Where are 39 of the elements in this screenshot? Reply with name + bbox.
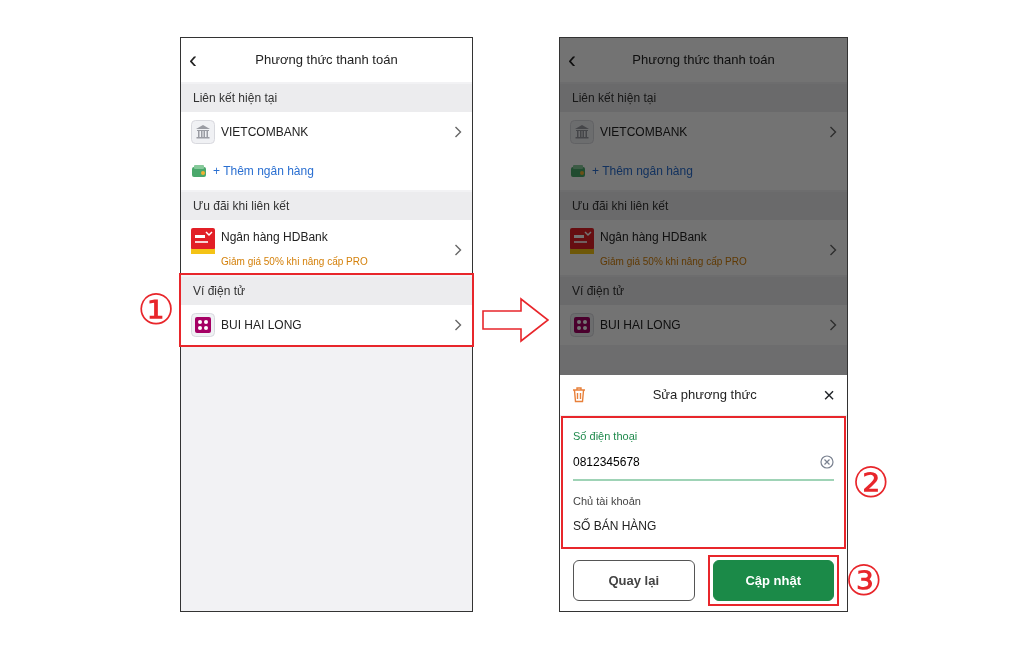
add-bank-link[interactable]: + Thêm ngân hàng bbox=[213, 162, 314, 180]
sheet-title: Sửa phương thức bbox=[651, 386, 758, 405]
trash-icon[interactable] bbox=[572, 387, 586, 403]
bank-icon bbox=[570, 120, 594, 144]
chevron-icon bbox=[454, 319, 462, 331]
chevron-icon bbox=[454, 244, 462, 256]
bank-name[interactable]: Ngân hàng HDBank bbox=[221, 228, 448, 246]
screen-title: Phương thức thanh toán bbox=[254, 51, 399, 70]
field-label: Số điện thoại bbox=[573, 429, 639, 444]
bank-logo-icon bbox=[570, 228, 594, 254]
chevron-icon bbox=[829, 126, 837, 138]
chevron-icon bbox=[829, 319, 837, 331]
wallet-logo-icon bbox=[570, 313, 594, 337]
close-button[interactable]: × bbox=[823, 385, 835, 405]
back-button[interactable]: ‹ bbox=[568, 48, 598, 72]
bank-icon bbox=[191, 120, 215, 144]
wallet-logo-icon bbox=[191, 313, 215, 337]
clear-icon[interactable] bbox=[820, 454, 834, 469]
chevron-icon bbox=[454, 126, 462, 138]
arrow-icon bbox=[481, 297, 551, 343]
field-value: SỐ BÁN HÀNG bbox=[573, 517, 658, 535]
step-number: ① bbox=[137, 289, 175, 331]
update-button[interactable]: Cập nhật bbox=[712, 560, 834, 601]
field-label: Chủ tài khoản bbox=[573, 493, 642, 509]
wallet-icon bbox=[570, 164, 586, 178]
section-header: Ví điện tử bbox=[181, 277, 472, 305]
promo-text: Giảm giá 50% khi nâng cấp PRO bbox=[221, 255, 369, 269]
bank-name[interactable]: Ngân hàng HDBank bbox=[600, 228, 823, 246]
back-button[interactable]: ‹ bbox=[189, 48, 219, 72]
step-number: ② bbox=[852, 461, 890, 504]
chevron-icon bbox=[829, 244, 837, 256]
promo-text: Giảm giá 50% khi nâng cấp PRO bbox=[600, 255, 748, 269]
screen-title: Phương thức thanh toán bbox=[631, 51, 776, 70]
wallet-icon bbox=[191, 164, 207, 178]
section-header: Liên kết hiện tại bbox=[181, 84, 472, 112]
section-header: Ưu đãi khi liên kết bbox=[181, 192, 472, 220]
back-button[interactable]: Quay lại bbox=[573, 560, 695, 601]
bank-logo-icon bbox=[191, 228, 215, 254]
step-number: ③ bbox=[845, 559, 883, 602]
